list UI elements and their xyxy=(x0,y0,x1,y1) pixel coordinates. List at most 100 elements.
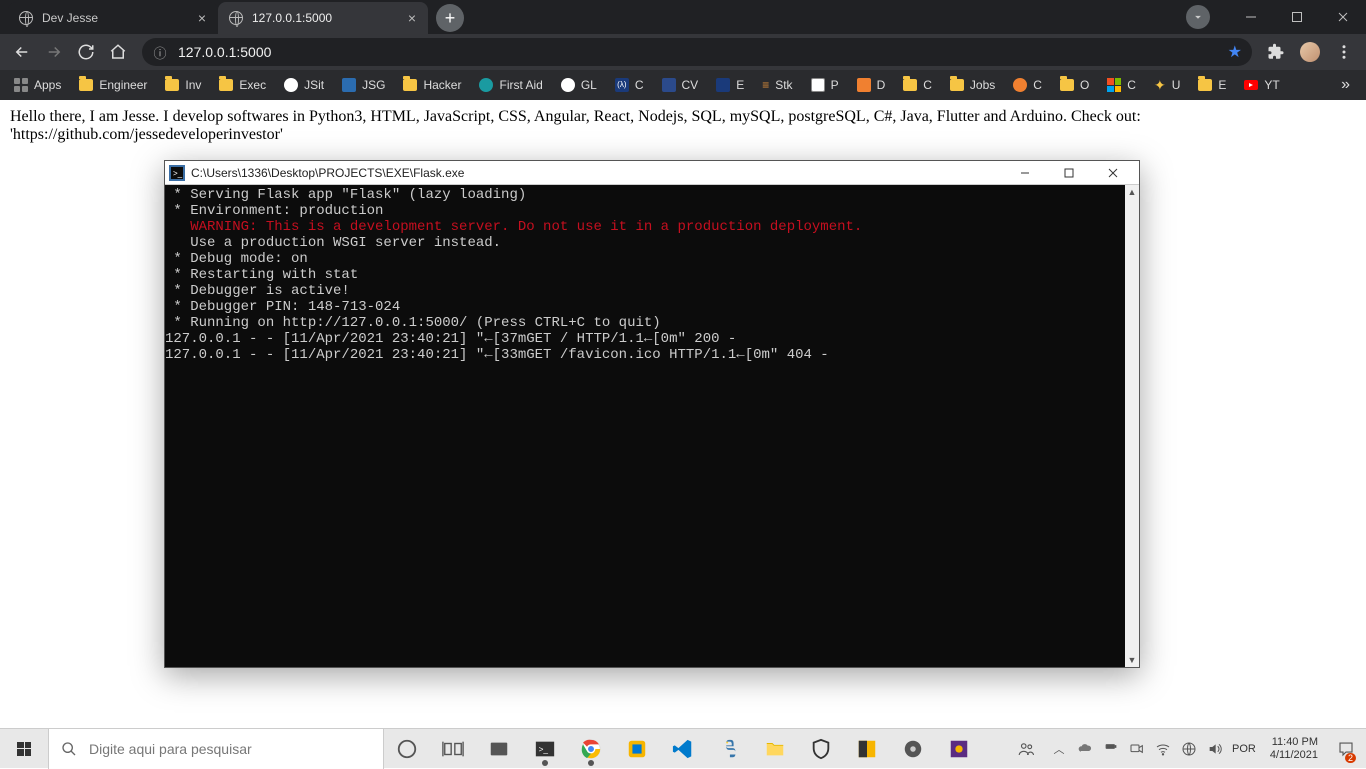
scroll-up-icon[interactable]: ▲ xyxy=(1125,185,1139,199)
bookmark-label: JSit xyxy=(304,78,324,92)
taskbar-app-9[interactable] xyxy=(890,729,936,769)
bookmark-item[interactable]: E xyxy=(1190,74,1234,96)
bookmark-item[interactable]: Exec xyxy=(211,74,274,96)
maximize-button[interactable] xyxy=(1274,0,1320,34)
taskbar-app-1[interactable] xyxy=(476,729,522,769)
bookmarks-bar: AppsEngineer Inv Exec JSit JSGHacker First Ai… xyxy=(0,70,1366,100)
console-close-button[interactable] xyxy=(1091,161,1135,185)
toolbar: ⓘ 127.0.0.1:5000 ★ xyxy=(0,34,1366,70)
tray-language[interactable]: POR xyxy=(1232,743,1256,755)
tray-clock[interactable]: 11:40 PM 4/11/2021 xyxy=(1264,736,1324,762)
people-icon[interactable] xyxy=(1010,740,1042,758)
folder-icon xyxy=(403,79,417,91)
bookmark-label: First Aid xyxy=(499,78,542,92)
folder-icon xyxy=(165,79,179,91)
console-output[interactable]: * Serving Flask app "Flask" (lazy loadin… xyxy=(165,185,1125,667)
reload-button[interactable] xyxy=(72,38,100,66)
bookmark-item[interactable]: First Aid xyxy=(471,74,550,96)
bookmark-item[interactable]: YT xyxy=(1236,74,1287,96)
taskbar-app-3[interactable] xyxy=(614,729,660,769)
bookmark-star-icon[interactable]: ★ xyxy=(1228,42,1242,62)
notifications-badge: 2 xyxy=(1345,753,1356,763)
tab-dev-jesse[interactable]: Dev Jesse × xyxy=(8,2,218,34)
bookmark-item[interactable]: CV xyxy=(654,74,707,96)
bookmark-item[interactable]: O xyxy=(1052,74,1097,96)
tray-meetnow-icon[interactable] xyxy=(1128,740,1146,758)
bookmarks-overflow[interactable]: » xyxy=(1331,76,1360,94)
forward-button[interactable] xyxy=(40,38,68,66)
taskbar-search[interactable]: Digite aqui para pesquisar xyxy=(48,729,384,769)
bookmark-item[interactable]: C xyxy=(895,74,940,96)
bookmark-item[interactable]: Inv xyxy=(157,74,209,96)
site-icon xyxy=(857,78,871,92)
tray-network-icon[interactable] xyxy=(1180,740,1198,758)
bookmark-item[interactable]: JSG xyxy=(334,74,393,96)
page-text: Hello there, I am Jesse. I develop softw… xyxy=(10,108,1356,144)
bookmark-label: Inv xyxy=(185,78,201,92)
bookmark-item[interactable]: ≡Stk xyxy=(754,74,800,96)
bookmark-item[interactable]: P xyxy=(803,74,847,96)
bookmark-item[interactable]: E xyxy=(708,74,752,96)
minimize-button[interactable] xyxy=(1228,0,1274,34)
bookmark-item[interactable]: Apps xyxy=(6,74,69,96)
taskbar-vscode-icon[interactable] xyxy=(660,729,706,769)
bookmark-item[interactable]: Hacker xyxy=(395,74,469,96)
site-info-icon[interactable]: ⓘ xyxy=(152,44,168,60)
console-line: * Environment: production xyxy=(165,203,1125,219)
bookmark-label: Exec xyxy=(239,78,266,92)
tray-battery-icon[interactable] xyxy=(1102,740,1120,758)
console-line: * Serving Flask app "Flask" (lazy loadin… xyxy=(165,187,1125,203)
site-icon xyxy=(561,78,575,92)
site-icon xyxy=(284,78,298,92)
tray-time: 11:40 PM xyxy=(1270,736,1318,749)
profile-avatar[interactable] xyxy=(1300,42,1320,62)
taskbar-cmd-icon[interactable]: >_ xyxy=(522,729,568,769)
start-button[interactable] xyxy=(0,729,48,769)
bookmark-item[interactable]: GL xyxy=(553,74,605,96)
scroll-down-icon[interactable]: ▼ xyxy=(1125,653,1139,667)
cortana-icon[interactable] xyxy=(384,729,430,769)
back-button[interactable] xyxy=(8,38,36,66)
bookmark-item[interactable]: C xyxy=(1099,74,1144,96)
menu-button[interactable] xyxy=(1330,38,1358,66)
taskbar-security-icon[interactable] xyxy=(798,729,844,769)
new-tab-button[interactable]: + xyxy=(436,4,464,32)
close-button[interactable] xyxy=(1320,0,1366,34)
taskbar-apps: >_ xyxy=(384,729,982,769)
taskbar-app-10[interactable] xyxy=(936,729,982,769)
tray-onedrive-icon[interactable] xyxy=(1076,740,1094,758)
bookmark-item[interactable]: Engineer xyxy=(71,74,155,96)
console-titlebar[interactable]: >_ C:\Users\1336\Desktop\PROJECTS\EXE\Fl… xyxy=(165,161,1139,185)
bookmark-item[interactable]: JSit xyxy=(276,74,332,96)
bookmark-label: O xyxy=(1080,78,1089,92)
home-button[interactable] xyxy=(104,38,132,66)
console-window[interactable]: >_ C:\Users\1336\Desktop\PROJECTS\EXE\Fl… xyxy=(164,160,1140,668)
tab-localhost[interactable]: 127.0.0.1:5000 × xyxy=(218,2,428,34)
extensions-icon[interactable] xyxy=(1262,38,1290,66)
task-view-icon[interactable] xyxy=(430,729,476,769)
notifications-icon[interactable]: 2 xyxy=(1332,729,1360,769)
console-minimize-button[interactable] xyxy=(1003,161,1047,185)
console-line: * Restarting with stat xyxy=(165,267,1125,283)
taskbar-app-8[interactable] xyxy=(844,729,890,769)
account-icon[interactable] xyxy=(1186,5,1210,29)
taskbar-chrome-icon[interactable] xyxy=(568,729,614,769)
close-icon[interactable]: × xyxy=(196,8,208,28)
bookmark-item[interactable]: (λ)C xyxy=(607,74,652,96)
tray-wifi-icon[interactable] xyxy=(1154,740,1172,758)
console-maximize-button[interactable] xyxy=(1047,161,1091,185)
bookmark-item[interactable]: D xyxy=(849,74,894,96)
folder-icon xyxy=(1060,79,1074,91)
address-bar[interactable]: ⓘ 127.0.0.1:5000 ★ xyxy=(142,38,1252,66)
console-scrollbar[interactable]: ▲ ▼ xyxy=(1125,185,1139,667)
close-icon[interactable]: × xyxy=(406,8,418,28)
bookmark-item[interactable]: ✦U xyxy=(1146,73,1188,98)
tray-volume-icon[interactable] xyxy=(1206,740,1224,758)
bookmark-item[interactable]: C xyxy=(1005,74,1050,96)
taskbar-explorer-icon[interactable] xyxy=(752,729,798,769)
tab-strip: Dev Jesse × 127.0.0.1:5000 × + xyxy=(0,0,1366,34)
taskbar-python-icon[interactable] xyxy=(706,729,752,769)
console-line: Use a production WSGI server instead. xyxy=(165,235,1125,251)
bookmark-item[interactable]: Jobs xyxy=(942,74,1003,96)
tray-chevron-icon[interactable]: ︿ xyxy=(1050,740,1068,758)
